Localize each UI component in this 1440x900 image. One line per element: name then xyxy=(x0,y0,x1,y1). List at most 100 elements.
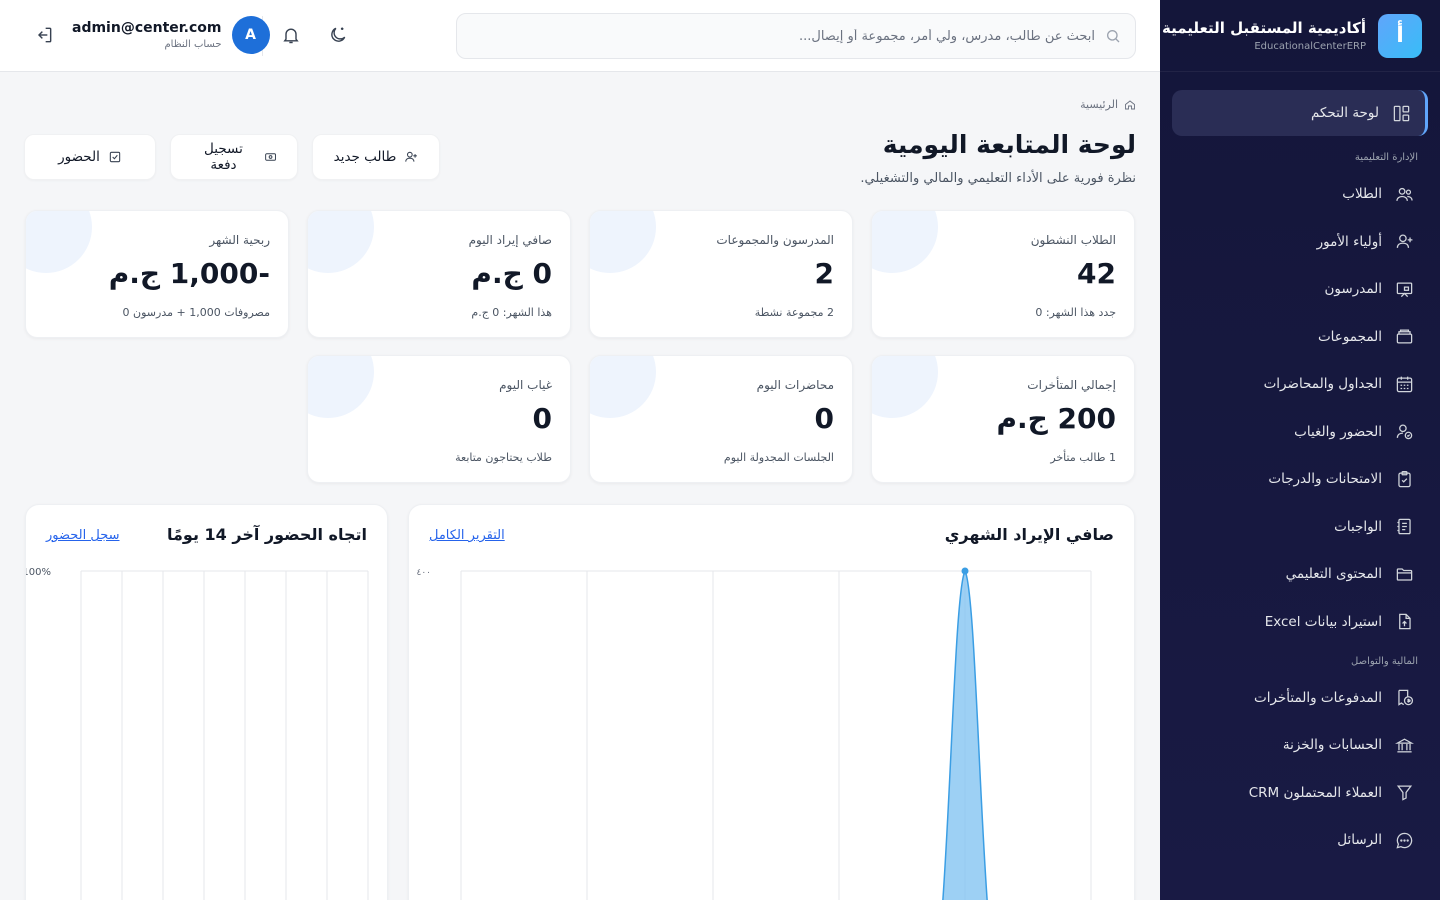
stat-value: 42 xyxy=(1077,257,1116,290)
sidebar-item-0-1[interactable]: أولياء الأمور xyxy=(1172,220,1428,264)
full-report-link[interactable]: التقرير الكامل xyxy=(429,528,505,543)
y-tick-label: ٤٠٠ xyxy=(416,568,431,578)
user-plus-icon xyxy=(405,151,418,162)
stat-label: صافي إيراد اليوم xyxy=(468,233,552,247)
panel-title: اتجاه الحضور آخر 14 يومًا xyxy=(167,525,367,544)
sidebar-item-1-2[interactable]: العملاء المحتملون CRM xyxy=(1172,771,1428,815)
logout-button[interactable] xyxy=(31,22,57,48)
stat-card-teachers-groups[interactable]: المدرسون والمجموعات 2 2 مجموعة نشطة xyxy=(589,210,853,338)
stat-foot: 1 طالب متأخر xyxy=(1050,451,1116,464)
notifications-button[interactable] xyxy=(278,22,304,48)
sidebar-item-0-7[interactable]: الواجبات xyxy=(1172,505,1428,549)
avatar[interactable]: A xyxy=(231,16,270,54)
user-check-icon xyxy=(1394,422,1414,442)
stat-foot: مصروفات 1,000 + مدرسون 0 xyxy=(122,306,270,319)
chat-icon xyxy=(1394,830,1414,850)
calendar-icon xyxy=(1394,374,1414,394)
attendance-chart: 100% xyxy=(26,567,369,900)
sidebar-item-label: الحضور والغياب xyxy=(1294,423,1382,440)
top-header: admin@center.com حساب النظام A xyxy=(0,0,1160,72)
sidebar-item-0-8[interactable]: المحتوى التعليمي xyxy=(1172,552,1428,596)
stat-foot: جدد هذا الشهر: 0 xyxy=(1035,306,1116,319)
stat-card-today-lectures[interactable]: محاضرات اليوم 0 الجلسات المجدولة اليوم xyxy=(589,355,853,483)
brand-name: أكاديمية المستقبل التعليمية xyxy=(1162,19,1366,37)
sidebar-item-label: استيراد بيانات Excel xyxy=(1264,613,1382,630)
stat-card-total-arrears[interactable]: إجمالي المتأخرات 200 ج.م 1 طالب متأخر xyxy=(871,355,1135,483)
sidebar-item-0-4[interactable]: الجداول والمحاضرات xyxy=(1172,362,1428,406)
home-icon xyxy=(1125,99,1135,109)
brand: أ أكاديمية المستقبل التعليمية Educationa… xyxy=(1160,0,1440,72)
stat-label: إجمالي المتأخرات xyxy=(1027,378,1116,392)
stat-foot: طلاب يحتاجون متابعة xyxy=(455,451,552,464)
stat-label: المدرسون والمجموعات xyxy=(716,233,834,247)
sidebar-item-label: الرسائل xyxy=(1337,832,1382,848)
sidebar-item-1-3[interactable]: الرسائل xyxy=(1172,818,1428,862)
revenue-chart-panel: ٤٠٠ صافي الإيراد الشهري التقرير الكامل xyxy=(408,504,1135,900)
record-payment-button[interactable]: تسجيل دفعة xyxy=(170,134,298,180)
attendance-button[interactable]: الحضور xyxy=(24,134,156,180)
page-title: لوحة المتابعة اليومية xyxy=(882,130,1136,159)
sidebar-item-label: الحسابات والخزنة xyxy=(1282,737,1382,753)
cash-icon xyxy=(265,153,276,161)
receipt-icon xyxy=(1394,688,1414,708)
stat-foot: 2 مجموعة نشطة xyxy=(754,306,834,319)
sidebar-item-0-5[interactable]: الحضور والغياب xyxy=(1172,410,1428,454)
breadcrumb[interactable]: الرئيسية xyxy=(1080,98,1136,111)
attendance-log-link[interactable]: سجل الحضور xyxy=(46,528,120,543)
sidebar-item-label: لوحة التحكم xyxy=(1310,105,1379,121)
stat-value: 0 ج.م xyxy=(471,257,552,290)
main-content: الرئيسية لوحة المتابعة اليومية نظرة فوري… xyxy=(0,72,1160,900)
stat-label: الطلاب النشطون xyxy=(1030,233,1116,247)
bank-icon xyxy=(1394,735,1414,755)
brand-subtitle: EducationalCenterERP xyxy=(1254,41,1366,52)
archive-icon xyxy=(1394,327,1414,347)
sidebar-item-label: الواجبات xyxy=(1334,518,1382,535)
user-role: حساب النظام xyxy=(164,39,222,50)
stat-value: 2 xyxy=(814,257,834,290)
sidebar-item-label: أولياء الأمور xyxy=(1316,233,1382,250)
stat-value: -1,000 ج.م xyxy=(108,257,270,290)
breadcrumb-home[interactable]: الرئيسية xyxy=(1080,98,1118,111)
sidebar-item-label: الجداول والمحاضرات xyxy=(1263,376,1382,392)
sidebar-item-0-2[interactable]: المدرسون xyxy=(1172,267,1428,311)
revenue-chart: ٤٠٠ xyxy=(416,567,1092,900)
presentation-icon xyxy=(1394,279,1414,299)
revenue-area xyxy=(942,569,988,900)
sidebar-item-1-1[interactable]: الحسابات والخزنة xyxy=(1172,723,1428,767)
theme-toggle-button[interactable] xyxy=(325,22,351,48)
stat-card-active-students[interactable]: الطلاب النشطون 42 جدد هذا الشهر: 0 xyxy=(871,210,1135,338)
sidebar-item-1-0[interactable]: المدفوعات والمتأخرات xyxy=(1172,676,1428,720)
sidebar-item-0-9[interactable]: استيراد بيانات Excel xyxy=(1172,600,1428,644)
funnel-icon xyxy=(1394,783,1414,803)
sidebar-item-label: الامتحانات والدرجات xyxy=(1268,471,1382,487)
stat-value: 0 xyxy=(814,402,834,435)
stat-label: محاضرات اليوم xyxy=(756,378,834,392)
new-student-button[interactable]: طالب جديد xyxy=(312,134,440,180)
sidebar-item-0-0[interactable]: الطلاب xyxy=(1172,172,1428,216)
stat-card-today-revenue[interactable]: صافي إيراد اليوم 0 ج.م هذا الشهر: 0 ج.م xyxy=(307,210,571,338)
sidebar: أ أكاديمية المستقبل التعليمية Educationa… xyxy=(1160,0,1440,900)
file-upload-icon xyxy=(1394,612,1414,632)
y-tick-label: 100% xyxy=(26,567,51,578)
stat-label: غياب اليوم xyxy=(499,378,552,392)
stat-card-monthly-profit[interactable]: ربحية الشهر -1,000 ج.م مصروفات 1,000 + م… xyxy=(25,210,289,338)
clipboard-icon xyxy=(1394,469,1414,489)
sidebar-item-label: المحتوى التعليمي xyxy=(1285,566,1382,582)
notebook-icon xyxy=(1394,517,1414,537)
sidebar-item-0-3[interactable]: المجموعات xyxy=(1172,315,1428,359)
user-plus-icon xyxy=(1394,232,1414,252)
panel-title: صافي الإيراد الشهري xyxy=(944,525,1114,544)
stat-card-today-absence[interactable]: غياب اليوم 0 طلاب يحتاجون متابعة xyxy=(307,355,571,483)
sidebar-item-0-6[interactable]: الامتحانات والدرجات xyxy=(1172,457,1428,501)
search-input[interactable] xyxy=(471,28,1095,44)
sidebar-item-dashboard[interactable]: لوحة التحكم xyxy=(1172,90,1428,136)
brand-logo: أ xyxy=(1378,13,1422,58)
user-menu[interactable]: admin@center.com حساب النظام A xyxy=(72,16,270,54)
stat-label: ربحية الشهر xyxy=(209,233,270,247)
users-icon xyxy=(1394,184,1414,204)
search-bar[interactable] xyxy=(456,13,1136,59)
logout-icon xyxy=(37,27,52,43)
folder-icon xyxy=(1394,564,1414,584)
moon-icon xyxy=(331,27,346,42)
sidebar-section-title: الإدارة التعليمية xyxy=(1354,152,1418,163)
